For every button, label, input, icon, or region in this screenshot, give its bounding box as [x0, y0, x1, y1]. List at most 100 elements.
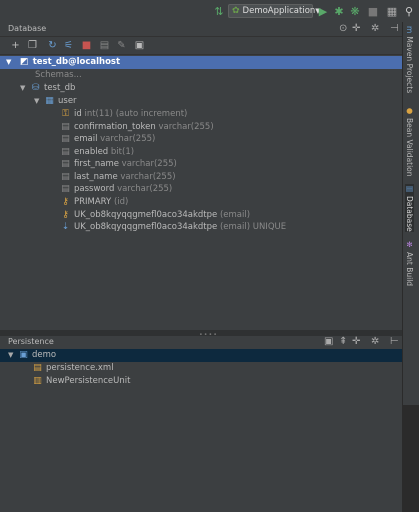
schema-icon[interactable]: ⚟: [62, 39, 75, 52]
table-icon: ▦: [45, 96, 54, 106]
hide-icon[interactable]: ⊢: [390, 336, 399, 347]
tree-item-schema[interactable]: ▼ ⛁ test_db: [20, 82, 75, 95]
run-icon[interactable]: ▶: [316, 4, 330, 18]
tree-item-demo[interactable]: ▼ ▣ demo: [0, 349, 402, 362]
key-icon: ⚷: [62, 197, 69, 207]
stop-icon[interactable]: ■: [80, 39, 93, 52]
column-type: bit(1): [110, 146, 135, 157]
schema-icon: ⛁: [31, 83, 40, 93]
persistence-tree: ▼ ▣ demo ▤ persistence.xml ▥ NewPersistenceU…: [0, 349, 402, 512]
tab-maven-projects[interactable]: m Maven Projects: [405, 26, 414, 93]
pin-icon[interactable]: ✛: [352, 23, 360, 34]
tree-item-column[interactable]: ▤ last_name varchar(255): [60, 171, 176, 184]
build-icon[interactable]: ⇅: [212, 4, 226, 18]
tab-label: Database: [405, 196, 414, 232]
column-icon: ▤: [61, 134, 70, 144]
tab-ant-build[interactable]: ✻ Ant Build: [405, 240, 414, 286]
database-panel-header: Database ⊙ ✛ ✲ ⊣: [0, 22, 402, 37]
tree-item-datasource[interactable]: ▼ ◩ test_db@localhost: [0, 56, 402, 69]
settings-icon[interactable]: ⊙: [339, 23, 347, 34]
collapse-icon[interactable]: ⇞: [339, 336, 347, 347]
hide-icon[interactable]: ⊣: [390, 23, 399, 34]
console-icon[interactable]: ▣: [133, 39, 146, 52]
tree-item-column[interactable]: ▤ enabled bit(1): [60, 146, 134, 159]
chevron-down-icon: ▼: [8, 351, 14, 359]
column-type: varchar(255): [117, 184, 173, 194]
key-name: UK_ob8kqyqqgmefl0aco34akdtpe: [74, 209, 218, 220]
tab-label: Bean Validation: [405, 118, 414, 177]
key-detail: (id): [113, 197, 129, 207]
debug-icon[interactable]: ✱: [332, 4, 346, 18]
tree-item-key[interactable]: ⚷ UK_ob8kqyqqgmefl0aco34akdtpe (email): [60, 209, 250, 222]
edit-icon[interactable]: ✎: [115, 39, 128, 52]
column-icon: ▤: [61, 159, 70, 169]
persistence-unit-label: NewPersistenceUnit: [46, 376, 131, 386]
tree-item-persistence-xml[interactable]: ▤ persistence.xml: [32, 362, 113, 375]
key-detail: (email) UNIQUE: [219, 222, 287, 232]
tree-item-column[interactable]: ⚿ id int(11) (auto increment): [60, 108, 187, 121]
spring-icon: ✿: [232, 6, 240, 16]
column-type: varchar(255): [158, 121, 214, 132]
tree-item-column[interactable]: ▤ confirmation_token varchar(255): [60, 121, 214, 134]
tree-item-column[interactable]: ▤ email varchar(255): [60, 133, 155, 146]
tab-label: Ant Build: [405, 252, 414, 287]
column-name: confirmation_token: [74, 121, 156, 132]
tab-database[interactable]: ▤ Database: [405, 184, 414, 232]
gear-icon[interactable]: ✲: [371, 336, 379, 347]
right-strip-empty: [402, 405, 419, 512]
key-name: PRIMARY: [74, 197, 112, 207]
project-structure-icon[interactable]: ▦: [385, 4, 399, 18]
datasource-icon: ◩: [19, 57, 29, 67]
tree-item-schemas[interactable]: Schemas...: [35, 69, 82, 82]
column-name: id: [74, 109, 82, 119]
run-configuration-select[interactable]: ✿ DemoApplication ▼: [228, 4, 321, 18]
bean-icon: ●: [405, 106, 414, 115]
maven-icon: m: [405, 26, 414, 34]
coverage-icon[interactable]: ❋: [348, 4, 362, 18]
tab-bean-validation[interactable]: ● Bean Validation: [405, 106, 414, 177]
main-toolbar: ⇅ ✿ DemoApplication ▼ ▶ ✱ ❋ ■ ▦ ⚲: [0, 0, 419, 23]
stop-icon[interactable]: ■: [366, 4, 380, 18]
gear-icon[interactable]: ✲: [371, 23, 379, 34]
tree-item-column[interactable]: ▤ password varchar(255): [60, 183, 172, 196]
tree-item-table[interactable]: ▼ ▦ user: [34, 95, 77, 108]
column-name: enabled: [74, 146, 109, 157]
key-icon: ⚷: [62, 209, 69, 220]
chevron-down-icon: ▼: [20, 84, 26, 92]
key-detail: (email): [219, 209, 251, 220]
column-name: password: [74, 184, 115, 194]
console-icon[interactable]: ▣: [324, 336, 333, 347]
module-icon: ▣: [19, 350, 28, 360]
column-type: int(11) (auto increment): [84, 109, 188, 119]
refresh-icon[interactable]: ↻: [46, 39, 59, 52]
chevron-down-icon: ▼: [6, 58, 12, 66]
column-icon: ▤: [61, 171, 70, 182]
tree-item-key[interactable]: ⚷ PRIMARY (id): [60, 196, 128, 209]
search-icon[interactable]: ⚲: [402, 4, 416, 18]
add-icon[interactable]: +: [9, 39, 22, 52]
persistence-unit-icon: ▥: [33, 376, 42, 386]
database-tree: ▼ ◩ test_db@localhost Schemas... ▼ ⛁ test_d…: [0, 55, 402, 330]
demo-label: demo: [32, 350, 57, 360]
index-icon: ⇣: [61, 222, 70, 232]
ant-icon: ✻: [405, 240, 414, 249]
run-configuration-label: DemoApplication: [242, 6, 316, 16]
column-type: varchar(255): [120, 171, 176, 182]
tab-label: Maven Projects: [405, 36, 414, 94]
tree-item-column[interactable]: ▤ first_name varchar(255): [60, 158, 177, 171]
column-icon: ▤: [61, 121, 70, 132]
chevron-down-icon: ▼: [34, 97, 40, 105]
key-name: UK_ob8kqyqqgmefl0aco34akdtpe: [74, 222, 218, 232]
column-icon: ▤: [61, 146, 70, 157]
column-type: varchar(255): [100, 134, 156, 144]
schema-label: test_db: [44, 83, 76, 93]
column-name: last_name: [74, 171, 118, 182]
table-icon[interactable]: ▤: [98, 39, 111, 52]
tree-item-key[interactable]: ⇣ UK_ob8kqyqqgmefl0aco34akdtpe (email) UN…: [60, 221, 286, 234]
database-panel-title: Database: [8, 24, 47, 33]
column-name: email: [74, 134, 98, 144]
copy-icon[interactable]: ❐: [26, 39, 39, 52]
pin-icon[interactable]: ✛: [352, 336, 360, 347]
column-icon: ▤: [61, 184, 70, 194]
tree-item-persistence-unit[interactable]: ▥ NewPersistenceUnit: [32, 375, 130, 388]
